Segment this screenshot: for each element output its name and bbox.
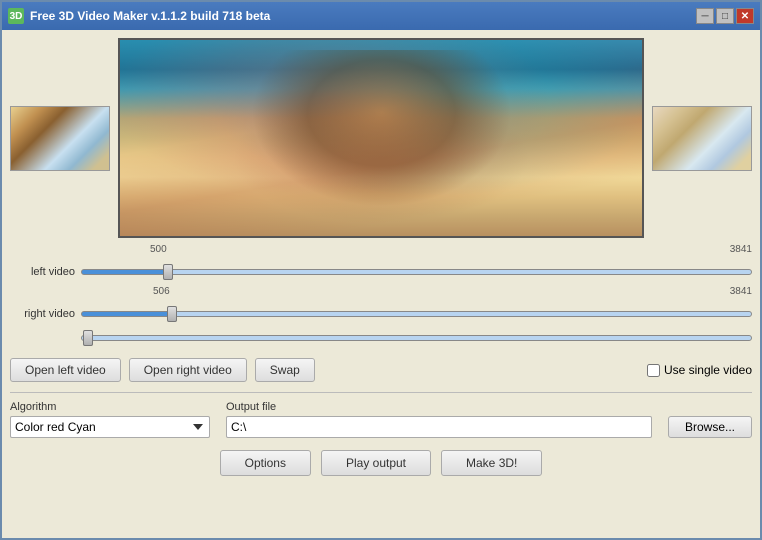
make-3d-button[interactable]: Make 3D!	[441, 450, 542, 476]
buttons-row: Open left video Open right video Swap Us…	[10, 354, 752, 386]
right-video-slider-row: right video	[10, 304, 752, 324]
algorithm-group: Algorithm Color red Cyan Side by Side To…	[10, 401, 210, 438]
main-content: 500 3841 left video 506 3841 right video	[2, 30, 760, 538]
browse-button[interactable]: Browse...	[668, 416, 752, 438]
window-title: Free 3D Video Maker v.1.1.2 build 718 be…	[30, 9, 696, 23]
left-video-label: left video	[10, 266, 75, 278]
left-slider-current-label: 500	[150, 244, 167, 255]
right-slider-current-label: 506	[153, 286, 170, 297]
sliders-section: 500 3841 left video 506 3841 right video	[10, 244, 752, 348]
extra-slider-row	[10, 328, 752, 348]
extra-slider-track	[81, 335, 752, 341]
open-right-button[interactable]: Open right video	[129, 358, 247, 382]
action-buttons-row: Options Play output Make 3D!	[10, 446, 752, 480]
use-single-label: Use single video	[664, 363, 752, 377]
output-file-group: Output file	[226, 401, 652, 438]
right-video-thumb[interactable]	[167, 306, 177, 322]
algo-output-row: Algorithm Color red Cyan Side by Side To…	[10, 401, 752, 438]
right-thumbnail	[652, 106, 752, 171]
left-thumbnail	[10, 106, 110, 171]
extra-slider-container	[81, 328, 752, 348]
bottom-section: Algorithm Color red Cyan Side by Side To…	[10, 392, 752, 480]
video-area	[10, 38, 752, 238]
right-video-track	[81, 311, 752, 317]
left-video-track	[81, 269, 752, 275]
left-video-slider-row: left video	[10, 262, 752, 282]
output-file-label: Output file	[226, 401, 652, 413]
algorithm-select[interactable]: Color red Cyan Side by Side Top Bottom I…	[10, 416, 210, 438]
open-left-button[interactable]: Open left video	[10, 358, 121, 382]
right-slider-max-label: 3841	[730, 286, 752, 297]
left-video-thumb[interactable]	[163, 264, 173, 280]
options-button[interactable]: Options	[220, 450, 311, 476]
use-single-checkbox[interactable]	[647, 364, 660, 377]
app-icon: 3D	[8, 8, 24, 24]
use-single-checkbox-area: Use single video	[647, 363, 752, 377]
minimize-button[interactable]: ─	[696, 8, 714, 24]
main-window: 3D Free 3D Video Maker v.1.1.2 build 718…	[0, 0, 762, 540]
left-slider-max-label: 3841	[730, 244, 752, 255]
title-bar: 3D Free 3D Video Maker v.1.1.2 build 718…	[2, 2, 760, 30]
swap-button[interactable]: Swap	[255, 358, 315, 382]
window-controls: ─ □ ✕	[696, 8, 754, 24]
main-preview	[118, 38, 644, 238]
left-video-slider-container	[81, 262, 752, 282]
algorithm-label: Algorithm	[10, 401, 210, 413]
extra-slider-thumb[interactable]	[83, 330, 93, 346]
right-video-slider-container	[81, 304, 752, 324]
close-button[interactable]: ✕	[736, 8, 754, 24]
output-file-input[interactable]	[226, 416, 652, 438]
restore-button[interactable]: □	[716, 8, 734, 24]
right-video-label: right video	[10, 308, 75, 320]
play-output-button[interactable]: Play output	[321, 450, 431, 476]
